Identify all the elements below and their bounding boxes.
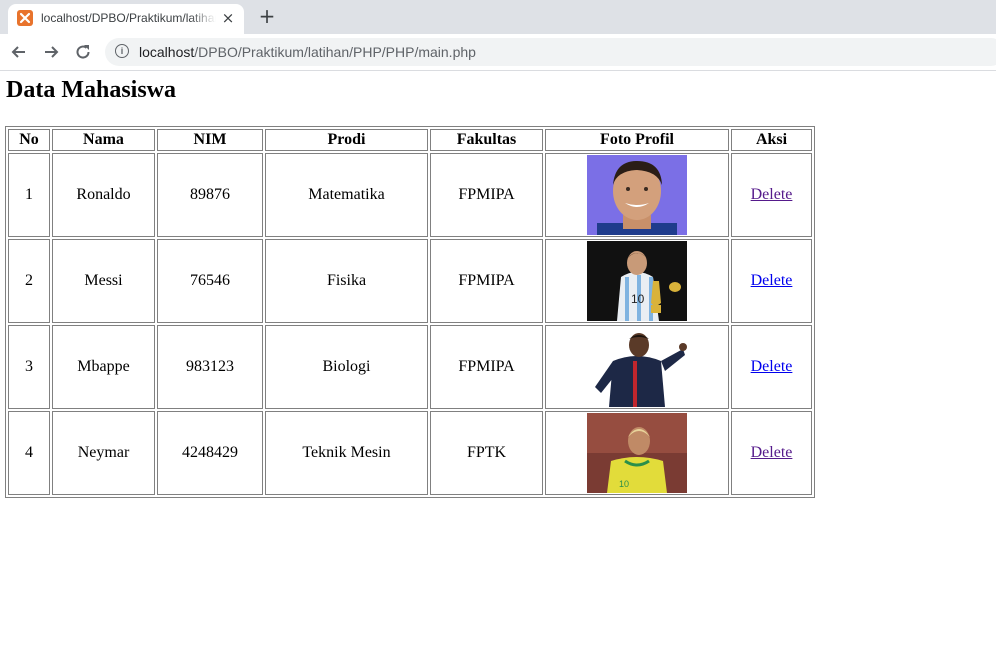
browser-toolbar: i localhost/DPBO/Praktikum/latihan/PHP/P… xyxy=(0,34,996,71)
cell-nim: 983123 xyxy=(157,325,263,409)
delete-link[interactable]: Delete xyxy=(751,444,793,461)
address-bar[interactable]: i localhost/DPBO/Praktikum/latihan/PHP/P… xyxy=(105,38,996,66)
cell-prodi: Matematika xyxy=(265,153,428,237)
cell-fakultas: FPTK xyxy=(430,411,543,495)
cell-nim: 4248429 xyxy=(157,411,263,495)
plus-icon[interactable]: + xyxy=(257,6,277,26)
cell-nama: Mbappe xyxy=(52,325,155,409)
cell-nim: 76546 xyxy=(157,239,263,323)
table-row: 4 Neymar 4248429 Teknik Mesin FPTK 10 De… xyxy=(8,411,812,495)
cell-fakultas: FPMIPA xyxy=(430,239,543,323)
page-title: Data Mahasiswa xyxy=(6,77,177,103)
table-row: 1 Ronaldo 89876 Matematika FPMIPA Delete xyxy=(8,153,812,237)
cell-no: 4 xyxy=(8,411,50,495)
profile-photo xyxy=(587,327,687,407)
table-row: 2 Messi 76546 Fisika FPMIPA 10 Delete xyxy=(8,239,812,323)
close-icon[interactable]: × xyxy=(220,10,236,26)
header-prodi: Prodi xyxy=(265,129,428,151)
cell-fakultas: FPMIPA xyxy=(430,153,543,237)
back-arrow-icon[interactable] xyxy=(9,42,29,62)
cell-foto xyxy=(545,153,729,237)
header-foto-profil: Foto Profil xyxy=(545,129,729,151)
header-nim: NIM xyxy=(157,129,263,151)
header-aksi: Aksi xyxy=(731,129,812,151)
header-fakultas: Fakultas xyxy=(430,129,543,151)
cell-no: 1 xyxy=(8,153,50,237)
cell-nama: Neymar xyxy=(52,411,155,495)
reload-icon[interactable] xyxy=(73,42,93,62)
profile-photo xyxy=(587,155,687,235)
cell-nim: 89876 xyxy=(157,153,263,237)
cell-foto: 10 xyxy=(545,411,729,495)
header-row: No Nama NIM Prodi Fakultas Foto Profil A… xyxy=(8,129,812,151)
svg-text:10: 10 xyxy=(631,292,645,306)
table-row: 3 Mbappe 983123 Biologi FPMIPA Delete xyxy=(8,325,812,409)
profile-photo: 10 xyxy=(587,241,687,321)
cell-prodi: Teknik Mesin xyxy=(265,411,428,495)
cell-no: 3 xyxy=(8,325,50,409)
mahasiswa-table: No Nama NIM Prodi Fakultas Foto Profil A… xyxy=(5,126,815,498)
cell-aksi: Delete xyxy=(731,239,812,323)
header-nama: Nama xyxy=(52,129,155,151)
cell-prodi: Fisika xyxy=(265,239,428,323)
profile-photo: 10 xyxy=(587,413,687,493)
cell-foto xyxy=(545,325,729,409)
tab-title: localhost/DPBO/Praktikum/latihan/PHP/PHP… xyxy=(41,11,216,25)
browser-tab[interactable]: localhost/DPBO/Praktikum/latihan/PHP/PHP… xyxy=(8,4,244,34)
cell-foto: 10 xyxy=(545,239,729,323)
cell-aksi: Delete xyxy=(731,411,812,495)
xampp-favicon-icon xyxy=(17,10,33,26)
cell-nama: Messi xyxy=(52,239,155,323)
svg-text:10: 10 xyxy=(619,479,629,489)
url-path: /DPBO/Praktikum/latihan/PHP/PHP/main.php xyxy=(194,44,476,60)
header-no: No xyxy=(8,129,50,151)
url-host: localhost xyxy=(139,44,195,60)
info-icon[interactable]: i xyxy=(115,44,129,58)
cell-aksi: Delete xyxy=(731,325,812,409)
delete-link[interactable]: Delete xyxy=(751,186,793,203)
delete-link[interactable]: Delete xyxy=(751,272,793,289)
url-text[interactable]: localhost/DPBO/Praktikum/latihan/PHP/PHP… xyxy=(139,44,476,60)
tab-strip: localhost/DPBO/Praktikum/latihan/PHP/PHP… xyxy=(0,0,996,34)
cell-fakultas: FPMIPA xyxy=(430,325,543,409)
cell-nama: Ronaldo xyxy=(52,153,155,237)
delete-link[interactable]: Delete xyxy=(751,358,793,375)
cell-aksi: Delete xyxy=(731,153,812,237)
forward-arrow-icon[interactable] xyxy=(41,42,61,62)
cell-no: 2 xyxy=(8,239,50,323)
cell-prodi: Biologi xyxy=(265,325,428,409)
